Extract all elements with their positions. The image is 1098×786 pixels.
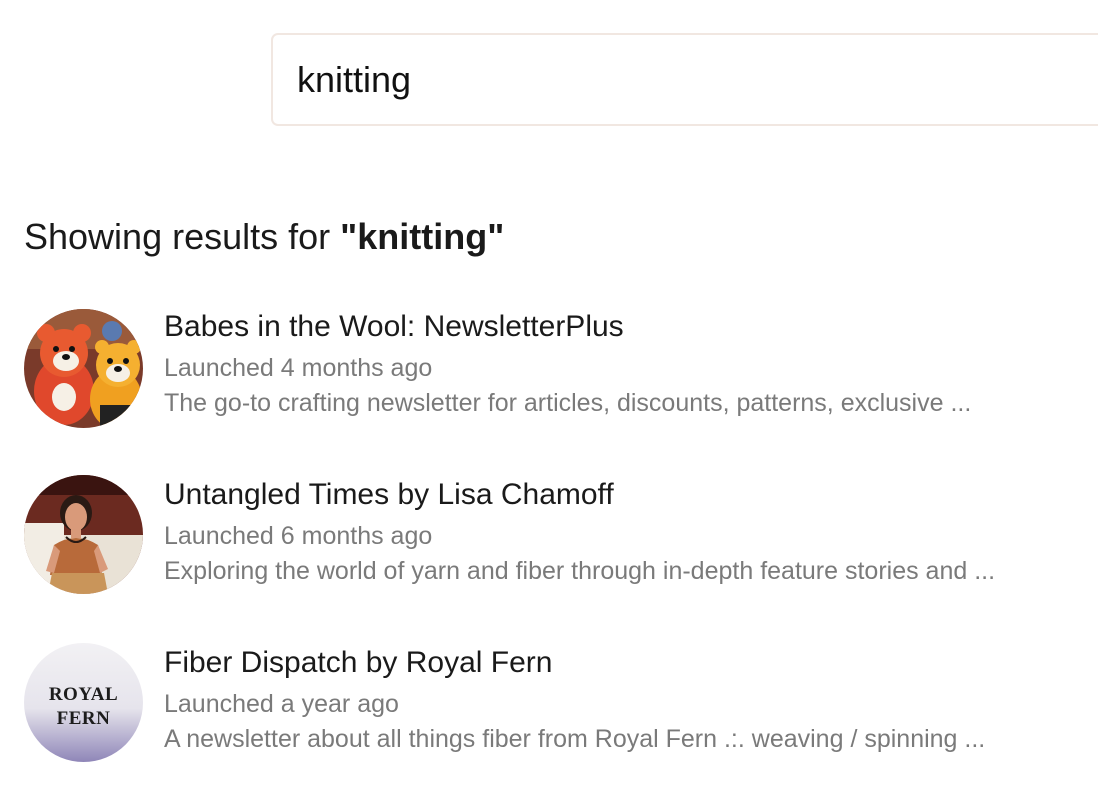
result-item-babes-in-the-wool[interactable]: Babes in the Wool: NewsletterPlus Launch… xyxy=(0,300,1098,450)
result-description: Exploring the world of yarn and fiber th… xyxy=(164,557,996,585)
person-portrait-avatar-icon xyxy=(24,475,143,594)
result-title[interactable]: Untangled Times by Lisa Chamoff xyxy=(164,477,614,513)
royal-fern-logo-line-2: FERN xyxy=(57,708,111,729)
result-description: A newsletter about all things fiber from… xyxy=(164,725,986,753)
result-launched: Launched a year ago xyxy=(164,690,399,718)
search-input[interactable] xyxy=(297,58,1098,101)
search-box[interactable] xyxy=(271,33,1098,126)
royal-fern-logo-line-1: ROYAL xyxy=(49,684,118,705)
result-item-untangled-times[interactable]: Untangled Times by Lisa Chamoff Launched… xyxy=(0,468,1098,618)
results-heading: Showing results for "knitting" xyxy=(24,213,504,261)
result-description: The go-to crafting newsletter for articl… xyxy=(164,389,972,417)
royal-fern-logo-avatar-icon: ROYAL FERN xyxy=(24,643,143,762)
result-launched: Launched 6 months ago xyxy=(164,522,433,550)
knitted-toys-avatar-icon xyxy=(24,309,143,428)
result-title[interactable]: Fiber Dispatch by Royal Fern xyxy=(164,645,552,681)
result-item-fiber-dispatch[interactable]: ROYAL FERN Fiber Dispatch by Royal Fern … xyxy=(0,636,1098,786)
results-heading-prefix: Showing results for xyxy=(24,216,341,257)
results-heading-query: "knitting" xyxy=(340,216,505,257)
result-launched: Launched 4 months ago xyxy=(164,354,433,382)
result-title[interactable]: Babes in the Wool: NewsletterPlus xyxy=(164,309,624,345)
